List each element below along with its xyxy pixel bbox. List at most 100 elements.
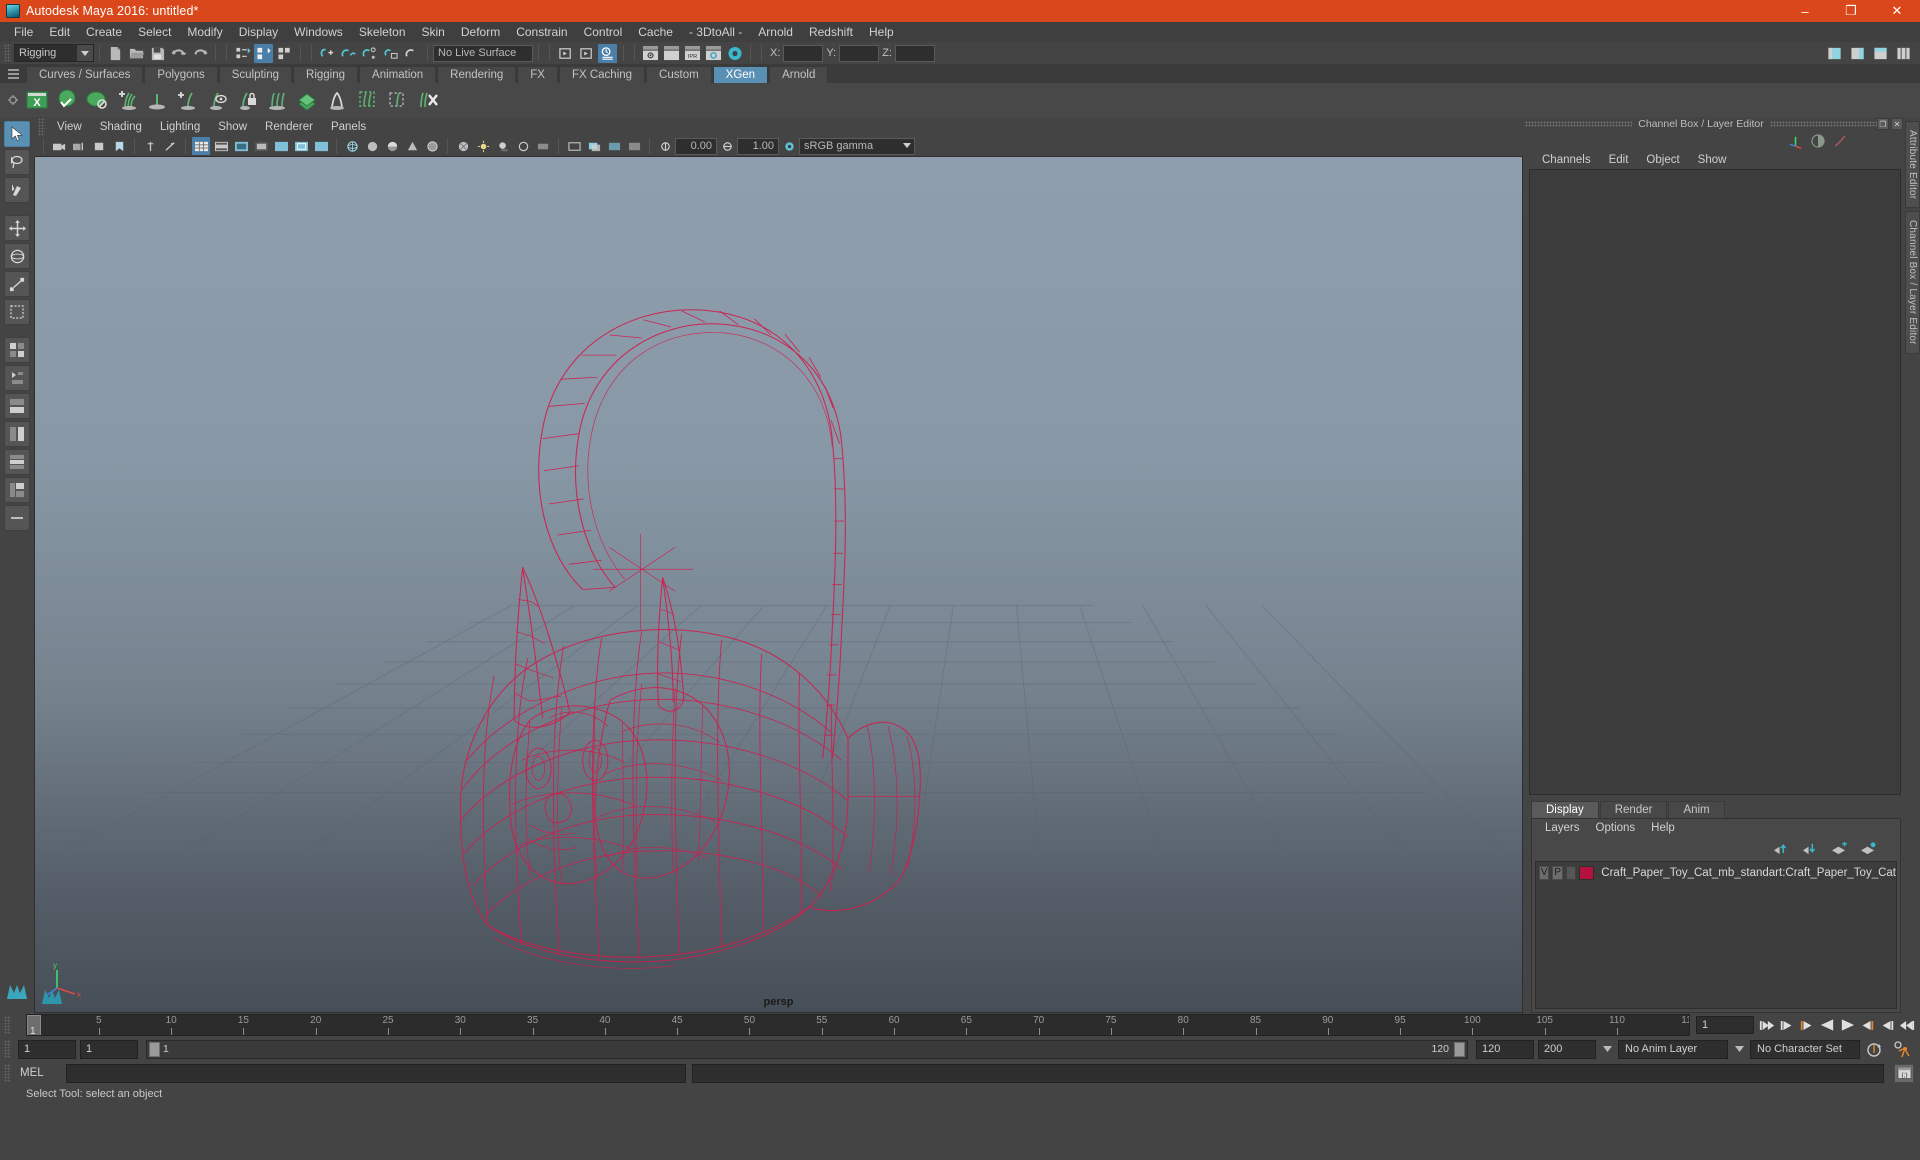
viewport-menu-renderer[interactable]: Renderer [256, 118, 322, 136]
xgen-add-description-icon[interactable] [113, 86, 141, 114]
toolbar-grip[interactable] [4, 44, 11, 62]
go-to-start-icon[interactable] [1758, 1016, 1776, 1034]
ipr-render-icon[interactable] [577, 44, 596, 63]
menu-item-constrain[interactable]: Constrain [508, 22, 575, 42]
viewport-menu-lighting[interactable]: Lighting [151, 118, 209, 136]
xray-toggle-icon[interactable] [605, 137, 623, 155]
shelf-tab-rendering[interactable]: Rendering [437, 66, 517, 83]
open-scene-icon[interactable] [127, 44, 146, 63]
menu-item-windows[interactable]: Windows [286, 22, 351, 42]
channel-box-menu-channels[interactable]: Channels [1533, 152, 1600, 168]
channel-box-toggle-icon[interactable] [1848, 44, 1867, 63]
shelf-tab-curves-surfaces[interactable]: Curves / Surfaces [26, 66, 144, 83]
panel-drag-dots[interactable] [1525, 121, 1633, 127]
color-management-icon[interactable] [780, 137, 798, 155]
menu-item-redshift[interactable]: Redshift [801, 22, 861, 42]
persp-graph-layout[interactable] [4, 421, 30, 447]
motion-blur-icon[interactable] [534, 137, 552, 155]
panel-drag-dots[interactable] [1769, 121, 1877, 127]
paint-select-tool[interactable] [4, 177, 30, 203]
layer-playback-toggle[interactable]: P [1552, 865, 1563, 880]
hypershade-persp-layout[interactable] [4, 449, 30, 475]
layer-menu-options[interactable]: Options [1588, 820, 1644, 836]
select-tool[interactable] [4, 121, 30, 147]
xgen-sphere-icon[interactable] [53, 86, 81, 114]
viewport-menu-panels[interactable]: Panels [322, 118, 375, 136]
command-line-grip[interactable] [4, 1064, 11, 1082]
play-forwards-icon[interactable] [1838, 1016, 1856, 1034]
render-sequence-icon[interactable] [662, 44, 681, 63]
xgen-delete-icon[interactable] [413, 86, 441, 114]
new-scene-icon[interactable] [106, 44, 125, 63]
viewport-menu-show[interactable]: Show [209, 118, 256, 136]
command-output[interactable] [692, 1063, 1884, 1083]
persp-relationship-layout[interactable] [4, 477, 30, 503]
layer-visibility-toggle[interactable]: V [1539, 865, 1550, 880]
minimize-button[interactable]: – [1782, 0, 1828, 22]
single-perspective-view[interactable] [4, 337, 30, 363]
menu-item-file[interactable]: File [6, 22, 41, 42]
safe-action-icon[interactable] [292, 137, 310, 155]
menu-item-skin[interactable]: Skin [414, 22, 453, 42]
xray-joints-icon[interactable] [625, 137, 643, 155]
layer-list[interactable]: V P Craft_Paper_Toy_Cat_mb_standart:Craft_… [1535, 861, 1897, 1009]
gamma-icon[interactable] [718, 137, 736, 155]
layer-color-swatch[interactable] [1579, 865, 1595, 880]
coord-x-field[interactable] [783, 44, 824, 62]
menu-item-cache[interactable]: Cache [630, 22, 681, 42]
four-view-layout[interactable] [4, 365, 30, 391]
texture-toggle-icon[interactable] [454, 137, 472, 155]
exposure-field[interactable]: 0.00 [675, 137, 717, 155]
scale-tool[interactable] [4, 271, 30, 297]
tool-settings-toggle-icon[interactable] [1894, 44, 1913, 63]
safe-title-icon[interactable] [312, 137, 330, 155]
layer-tab-anim[interactable]: Anim [1668, 801, 1725, 818]
depth-peeling-icon[interactable] [585, 137, 603, 155]
menu-item-modify[interactable]: Modify [179, 22, 230, 42]
show-hide-editor-icon[interactable] [1825, 44, 1844, 63]
layer-menu-help[interactable]: Help [1643, 820, 1683, 836]
menu-item-deform[interactable]: Deform [453, 22, 508, 42]
auto-keyframe-icon[interactable] [1864, 1041, 1886, 1058]
select-camera-icon[interactable] [50, 137, 68, 155]
step-forward-keyframe-icon[interactable] [1878, 1016, 1896, 1034]
shelf-menu-icon[interactable] [4, 66, 22, 82]
script-editor-icon[interactable]: {;} [1894, 1063, 1914, 1083]
animation-start-time-field[interactable]: 1 [18, 1039, 76, 1059]
xgen-density-icon[interactable] [293, 86, 321, 114]
menu-item-3dtoall[interactable]: - 3DtoAll - [681, 22, 750, 42]
snap-to-curve-icon[interactable] [339, 44, 358, 63]
ipr-icon[interactable]: IPR [683, 44, 702, 63]
menu-item-display[interactable]: Display [231, 22, 286, 42]
menu-item-help[interactable]: Help [861, 22, 902, 42]
animation-preferences-icon[interactable] [1890, 1040, 1914, 1058]
current-frame-field[interactable]: 1 [1696, 1016, 1754, 1034]
layer-menu-layers[interactable]: Layers [1537, 820, 1588, 836]
menu-set-selector[interactable]: Rigging [14, 44, 94, 62]
command-input[interactable] [66, 1063, 686, 1083]
snap-to-view-plane-icon[interactable] [402, 44, 421, 63]
channel-box-content[interactable] [1529, 169, 1901, 795]
snap-to-projected-center-icon[interactable] [381, 44, 400, 63]
xgen-groom-icon[interactable] [143, 86, 171, 114]
xgen-dome-icon[interactable] [83, 86, 111, 114]
select-by-object-icon[interactable] [254, 43, 273, 63]
select-by-hierarchy-icon[interactable] [233, 44, 252, 63]
select-by-component-icon[interactable] [275, 44, 294, 63]
time-slider[interactable]: 1 5 10 15 20 25 30 35 40 45 50 55 60 65 70 75 80 85 90 95 1… [26, 1014, 1690, 1036]
coord-y-field[interactable] [839, 44, 880, 62]
move-layer-down-icon[interactable] [1801, 842, 1818, 855]
animation-end-time-field[interactable]: 200 [1538, 1039, 1596, 1059]
exposure-icon[interactable] [656, 137, 674, 155]
multisample-icon[interactable] [565, 137, 583, 155]
image-plane-icon[interactable] [141, 137, 159, 155]
chevron-down-icon[interactable] [1600, 1040, 1614, 1059]
wireframe-on-shaded-icon[interactable] [423, 137, 441, 155]
field-chart-icon[interactable] [272, 137, 290, 155]
wireframe-shading-icon[interactable] [343, 137, 361, 155]
snap-to-point-icon[interactable] [360, 44, 379, 63]
move-axis-icon[interactable] [1788, 134, 1803, 149]
sphere-half-icon[interactable] [1811, 134, 1825, 148]
live-surface-field[interactable]: No Live Surface [433, 44, 533, 62]
more-layouts[interactable] [4, 505, 30, 531]
